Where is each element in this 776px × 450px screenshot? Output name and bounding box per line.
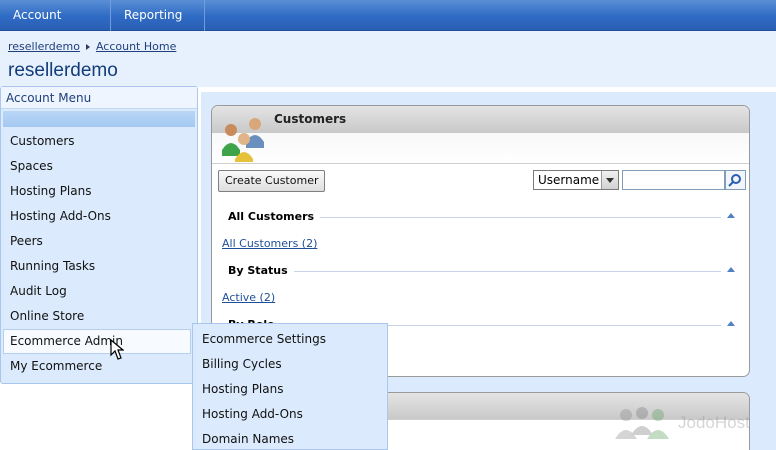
watermark: JodoHost [612,405,772,441]
top-nav-bar: Account Home Reporting [0,0,776,53]
customers-panel-header: Customers [212,106,749,164]
submenu-item-hosting-addons[interactable]: Hosting Add-Ons [193,402,387,427]
watermark-text: JodoHost [678,413,750,432]
submenu-item-domain-names[interactable]: Domain Names [193,427,387,450]
customers-toolbar: Create Customer Username [212,165,749,197]
menu-item-hosting-plans[interactable]: Hosting Plans [1,179,197,204]
collapse-arrow-icon[interactable] [727,267,735,272]
breadcrumb: resellerdemo Account Home [8,40,176,53]
mouse-cursor-icon [110,339,124,360]
submenu-item-ecommerce-settings[interactable]: Ecommerce Settings [193,327,387,352]
breadcrumb-link-reseller[interactable]: resellerdemo [8,40,80,53]
group-heading-by-status: By Status [228,264,294,277]
search-icon [728,174,741,187]
breadcrumb-link-account-home[interactable]: Account Home [96,40,176,53]
menu-item-running-tasks[interactable]: Running Tasks [1,254,197,279]
breadcrumb-arrow-icon [85,44,90,50]
group-heading-all-customers: All Customers [228,210,321,223]
account-menu: Account Menu Customers Spaces Hosting Pl… [0,86,198,384]
search-button[interactable] [725,170,746,190]
create-customer-button[interactable]: Create Customer [218,170,326,192]
page-title: resellerdemo [8,60,118,81]
search-field-select-value: Username [538,173,600,187]
nav-reporting-label: Reporting [124,8,183,22]
account-menu-title: Account Menu [1,87,197,109]
menu-item-online-store[interactable]: Online Store [1,304,197,329]
menu-item-audit-log[interactable]: Audit Log [1,279,197,304]
menu-item-ecommerce-admin[interactable]: Ecommerce Admin [3,329,191,354]
submenu-item-billing-cycles[interactable]: Billing Cycles [193,352,387,377]
search-input[interactable] [622,170,725,190]
people-logo-icon [615,407,669,439]
collapse-arrow-icon[interactable] [727,321,735,326]
page-header: resellerdemo Account Home resellerdemo [0,31,776,87]
submenu-item-hosting-plans[interactable]: Hosting Plans [193,377,387,402]
menu-item-spaces[interactable]: Spaces [1,154,197,179]
nav-account-home[interactable]: Account Home [0,0,111,53]
menu-item-customers[interactable]: Customers [1,129,197,154]
customers-icon [222,118,264,162]
menu-item-hosting-addons[interactable]: Hosting Add-Ons [1,204,197,229]
menu-item-peers[interactable]: Peers [1,229,197,254]
collapse-arrow-icon[interactable] [727,213,735,218]
group-divider [228,271,721,272]
link-active[interactable]: Active (2) [222,291,275,304]
dropdown-arrow-icon[interactable] [601,171,618,189]
search-field-select[interactable]: Username [533,170,619,190]
link-all-customers[interactable]: All Customers (2) [222,237,317,250]
account-menu-bar [3,111,195,127]
ecommerce-admin-submenu: Ecommerce Settings Billing Cycles Hostin… [192,323,388,450]
nav-reporting[interactable]: Reporting [111,0,205,48]
customers-panel-title: Customers [274,112,347,126]
menu-item-my-ecommerce[interactable]: My Ecommerce [1,354,197,379]
